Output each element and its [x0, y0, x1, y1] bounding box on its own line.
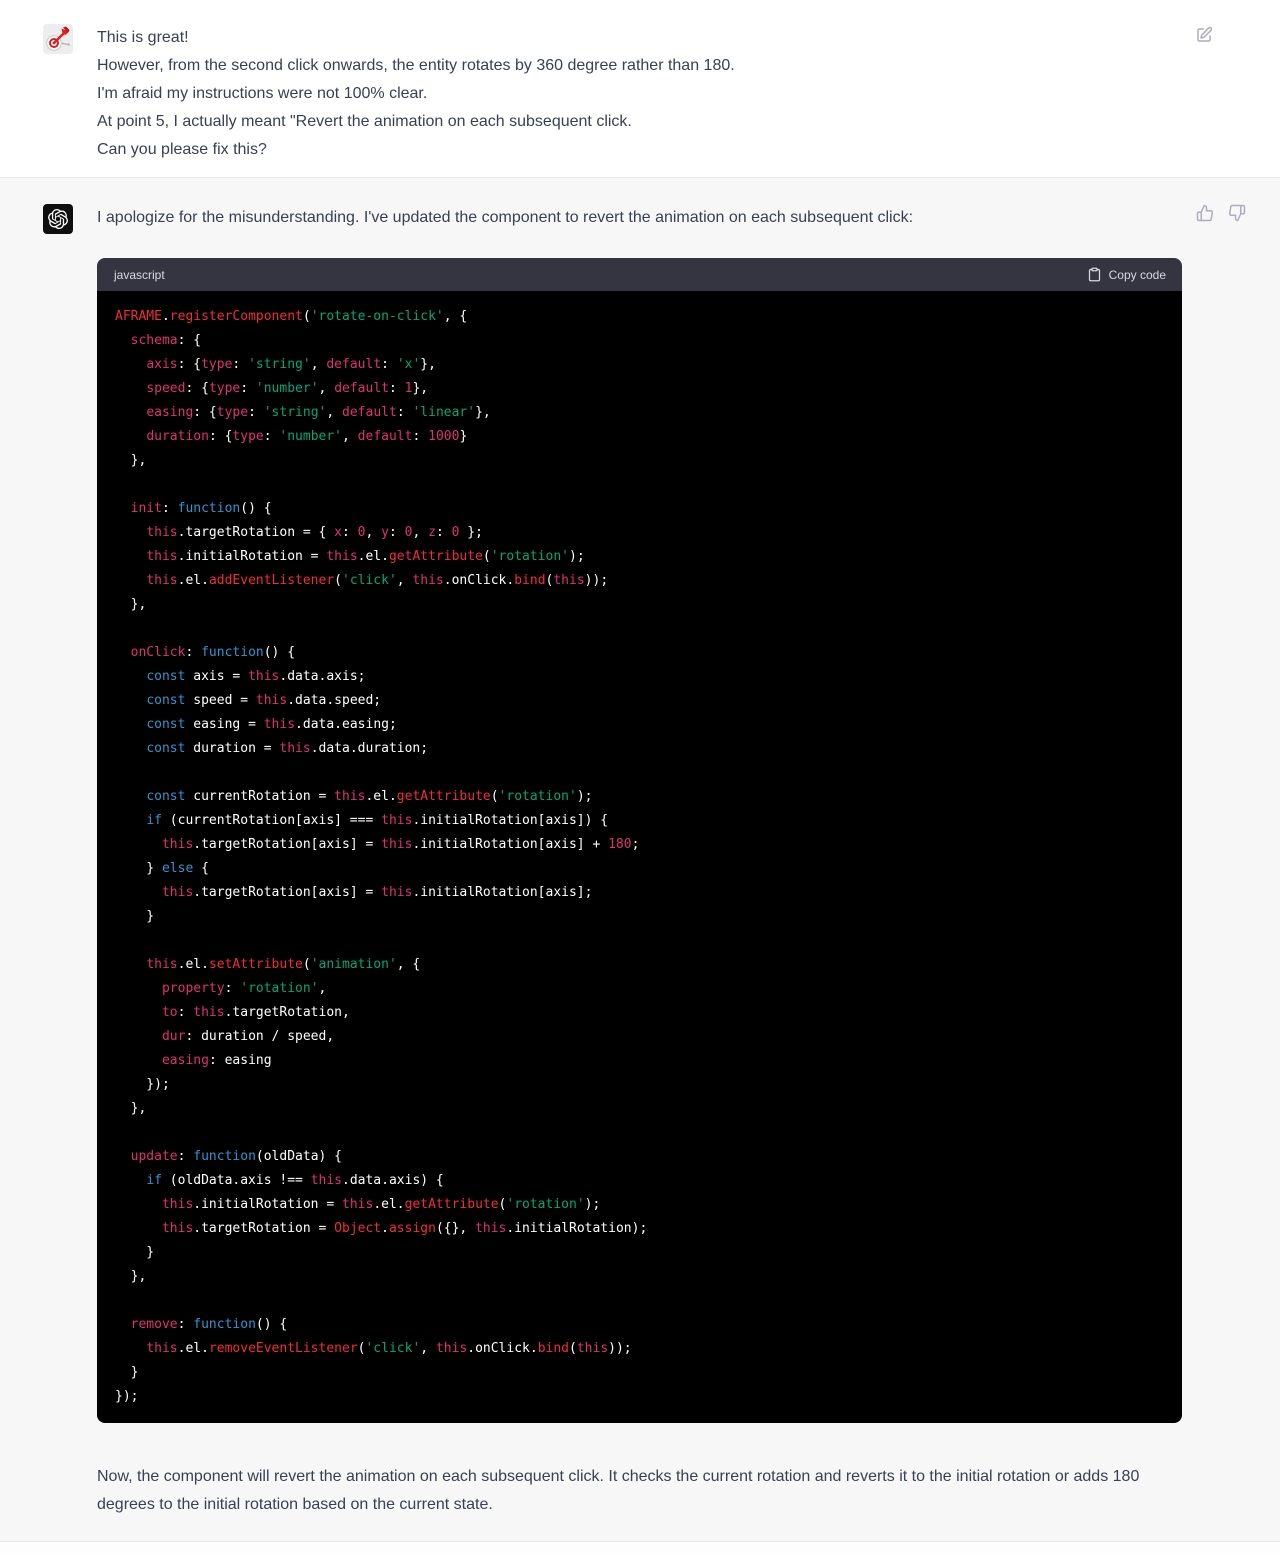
- code-line: this.el.setAttribute('animation', {: [146, 957, 421, 972]
- user-message-actions: [1195, 26, 1213, 44]
- code-line: const duration = this.data.duration;: [146, 741, 429, 756]
- code-line: remove: function() {: [130, 1317, 288, 1332]
- thumbs-down-button[interactable]: [1228, 204, 1246, 222]
- code-line: init: function() {: [130, 501, 272, 516]
- code-line: } else {: [115, 861, 209, 876]
- user-message-line: However, from the second click onwards, …: [97, 57, 735, 74]
- thumbs-down-icon: [1229, 204, 1246, 222]
- chat-conversation: This is great! However, from the second c…: [0, 0, 1280, 1553]
- assistant-intro-text: I apologize for the misunderstanding. I'…: [97, 209, 914, 226]
- assistant-message-actions: [1196, 204, 1246, 222]
- code-line: this.el.addEventListener('click', this.o…: [146, 573, 609, 588]
- user-message-text: This is great! However, from the second c…: [97, 24, 1182, 164]
- code-line: }: [115, 1365, 139, 1380]
- code-line: if (currentRotation[axis] === this.initi…: [146, 813, 609, 828]
- code-line: this.initialRotation = this.el.getAttrib…: [161, 1197, 601, 1212]
- code-line: },: [115, 597, 147, 612]
- code-line: const axis = this.data.axis;: [146, 669, 366, 684]
- code-line: const easing = this.data.easing;: [146, 717, 397, 732]
- code-line: this.targetRotation = { x: 0, y: 0, z: 0…: [146, 525, 483, 540]
- code-line: speed: {type: 'number', default: 1},: [146, 381, 429, 396]
- user-avatar: [43, 24, 73, 54]
- code-line: },: [115, 1101, 147, 1116]
- dart-target-avatar-icon: [46, 26, 71, 51]
- user-message-line: Can you please fix this?: [97, 141, 267, 158]
- code-block-header: javascript Copy code: [97, 258, 1182, 291]
- code-line: },: [115, 1269, 147, 1284]
- code-line: update: function(oldData) {: [130, 1149, 342, 1164]
- user-message-body: This is great! However, from the second c…: [97, 24, 1182, 164]
- next-message-edge: [0, 1542, 1280, 1553]
- code-line: dur: duration / speed,: [161, 1029, 335, 1044]
- assistant-message: I apologize for the misunderstanding. I'…: [0, 177, 1280, 1542]
- copy-code-label: Copy code: [1108, 267, 1166, 282]
- code-line: this.initialRotation = this.el.getAttrib…: [146, 549, 585, 564]
- code-line: const speed = this.data.speed;: [146, 693, 382, 708]
- thumbs-up-button[interactable]: [1196, 204, 1214, 222]
- code-line: },: [115, 453, 147, 468]
- code-line: });: [115, 1389, 139, 1404]
- code-line: schema: {: [130, 333, 202, 348]
- code-line: easing: easing: [161, 1053, 272, 1068]
- code-line: duration: {type: 'number', default: 1000…: [146, 429, 468, 444]
- code-content: AFRAME.registerComponent('rotate-on-clic…: [97, 291, 1182, 1423]
- code-block: javascript Copy code AFRAME.registerComp…: [97, 258, 1182, 1423]
- edit-icon: [1197, 26, 1213, 42]
- user-message-line: At point 5, I actually meant "Revert the…: [97, 113, 632, 130]
- code-line: if (oldData.axis !== this.data.axis) {: [146, 1173, 444, 1188]
- code-line: });: [115, 1077, 170, 1092]
- code-line: this.targetRotation[axis] = this.initial…: [161, 885, 593, 900]
- assistant-outro-text: Now, the component will revert the anima…: [97, 1468, 1140, 1513]
- edit-message-button[interactable]: [1195, 26, 1213, 44]
- code-line: this.targetRotation = Object.assign({}, …: [161, 1221, 648, 1236]
- code-line: this.el.removeEventListener('click', thi…: [146, 1341, 632, 1356]
- code-line: this.targetRotation[axis] = this.initial…: [161, 837, 640, 852]
- code-line: }: [115, 909, 155, 924]
- code-line: easing: {type: 'string', default: 'linea…: [146, 405, 491, 420]
- code-line: property: 'rotation',: [161, 981, 327, 996]
- user-message: This is great! However, from the second c…: [0, 0, 1280, 177]
- assistant-avatar: [43, 204, 73, 234]
- code-line: onClick: function() {: [130, 645, 296, 660]
- openai-logo-icon: [48, 209, 68, 229]
- code-line: }: [115, 1245, 155, 1260]
- code-line: axis: {type: 'string', default: 'x'},: [146, 357, 436, 372]
- code-line: AFRAME.registerComponent('rotate-on-clic…: [115, 309, 468, 324]
- thumbs-up-icon: [1196, 204, 1213, 222]
- clipboard-icon: [1088, 267, 1100, 282]
- copy-code-button[interactable]: Copy code: [1087, 267, 1166, 282]
- user-message-line: I'm afraid my instructions were not 100%…: [97, 85, 428, 102]
- assistant-message-body: I apologize for the misunderstanding. I'…: [97, 204, 1182, 1519]
- code-language-label: javascript: [114, 267, 165, 282]
- user-message-line: This is great!: [97, 29, 189, 46]
- code-line: const currentRotation = this.el.getAttri…: [146, 789, 593, 804]
- code-line: to: this.targetRotation,: [161, 1005, 350, 1020]
